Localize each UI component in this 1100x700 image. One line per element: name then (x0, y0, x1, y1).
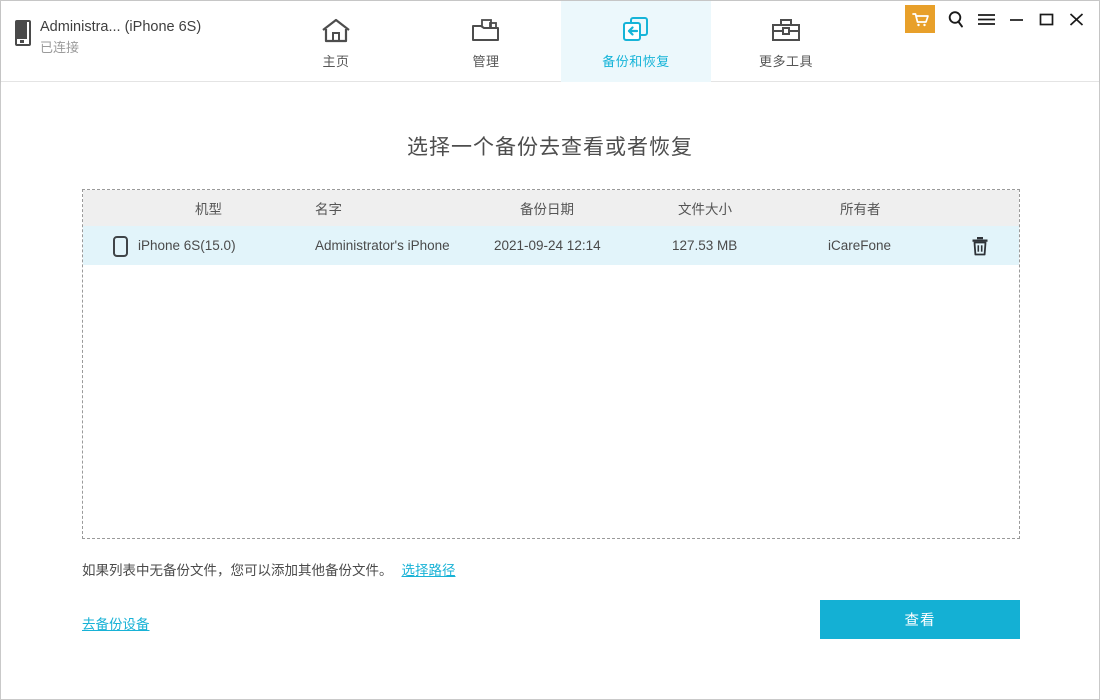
close-icon[interactable] (1061, 5, 1091, 33)
search-icon[interactable] (941, 5, 971, 33)
page-title: 选择一个备份去查看或者恢复 (407, 136, 693, 159)
column-header-name: 名字 (315, 202, 342, 217)
column-header-model: 机型 (195, 202, 222, 217)
cell-model: iPhone 6S(15.0) (138, 238, 236, 253)
device-name: Administra... (iPhone 6S) (40, 19, 202, 35)
table-header-row: 机型 名字 备份日期 文件大小 所有者 (83, 190, 1019, 226)
tab-home-label: 主页 (322, 53, 350, 69)
main-navigation: 主页 管理 备份和恢复 更多工具 (261, 1, 861, 82)
main-content: 选择一个备份去查看或者恢复 机型 名字 备份日期 文件大小 所有者 iPhone… (1, 82, 1099, 699)
table-row[interactable]: iPhone 6S(15.0) Administrator's iPhone 2… (83, 226, 1019, 265)
tab-more-tools[interactable]: 更多工具 (711, 1, 861, 82)
tab-home[interactable]: 主页 (261, 1, 411, 82)
tab-more-tools-label: 更多工具 (758, 53, 813, 69)
maximize-icon[interactable] (1031, 5, 1061, 33)
delete-backup-button[interactable] (969, 235, 991, 257)
tab-backup-restore[interactable]: 备份和恢复 (561, 1, 711, 82)
no-backup-hint-text: 如果列表中无备份文件，您可以添加其他备份文件。 (82, 563, 393, 578)
cell-date: 2021-09-24 12:14 (494, 238, 601, 253)
cell-owner: iCareFone (828, 238, 892, 253)
cell-name: Administrator's iPhone (315, 238, 450, 253)
cell-size: 127.53 MB (672, 238, 738, 253)
folder-files-icon (470, 14, 502, 47)
column-header-size: 文件大小 (678, 202, 732, 217)
column-header-owner: 所有者 (840, 202, 881, 217)
trash-icon (972, 237, 988, 256)
tab-manage-label: 管理 (472, 53, 500, 69)
backup-list-container: 机型 名字 备份日期 文件大小 所有者 iPhone 6S(15.0) Admi… (82, 189, 1020, 539)
home-icon (321, 14, 351, 47)
no-backup-hint: 如果列表中无备份文件，您可以添加其他备份文件。 选择路径 (82, 559, 456, 579)
hamburger-menu-icon[interactable] (971, 5, 1001, 33)
tab-backup-restore-label: 备份和恢复 (602, 53, 670, 69)
choose-path-link[interactable]: 选择路径 (402, 559, 456, 579)
app-header: Administra... (iPhone 6S) 已连接 主页 管理 备份和恢… (1, 1, 1099, 82)
mobile-phone-icon (113, 236, 128, 257)
connected-device-info[interactable]: Administra... (iPhone 6S) 已连接 (15, 18, 201, 56)
shopping-cart-icon[interactable] (905, 5, 935, 33)
tab-manage[interactable]: 管理 (411, 1, 561, 82)
device-status: 已连接 (40, 39, 80, 55)
backup-restore-icon (620, 14, 652, 47)
mobile-phone-icon (15, 20, 31, 46)
minimize-icon[interactable] (1001, 5, 1031, 33)
application-window: Administra... (iPhone 6S) 已连接 主页 管理 备份和恢… (0, 0, 1100, 700)
column-header-date: 备份日期 (520, 202, 574, 217)
toolbox-icon (770, 14, 802, 47)
window-controls (905, 5, 1091, 33)
view-button[interactable]: 查看 (820, 600, 1020, 639)
go-backup-device-link[interactable]: 去备份设备 (82, 613, 150, 633)
